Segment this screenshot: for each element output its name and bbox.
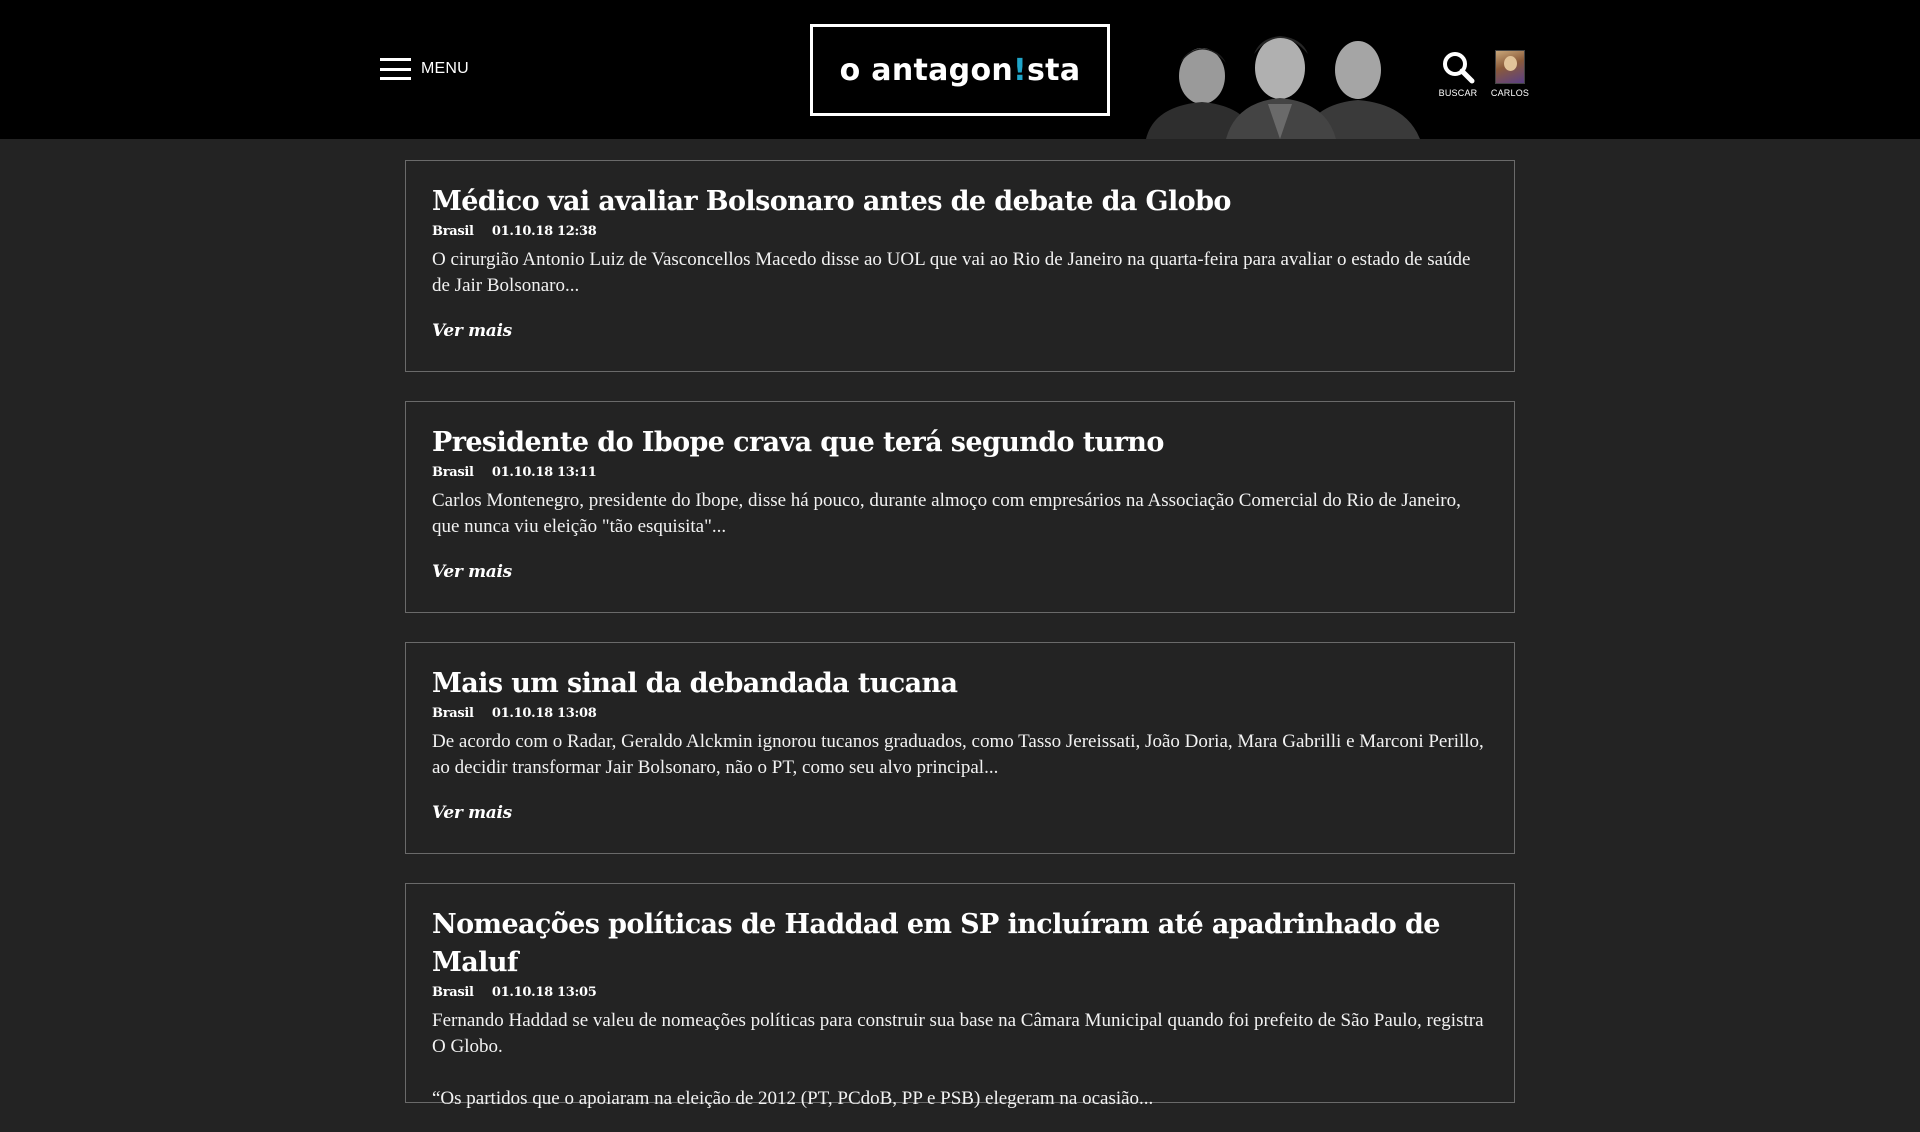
avatar <box>1495 50 1525 84</box>
hamburger-icon <box>380 58 411 80</box>
article-title[interactable]: Presidente do Ibope crava que terá segun… <box>432 424 1489 462</box>
article-title[interactable]: Nomeações políticas de Haddad em SP incl… <box>432 906 1489 982</box>
article-card: Mais um sinal da debandada tucana Brasil… <box>405 642 1515 854</box>
article-card: Médico vai avaliar Bolsonaro antes de de… <box>405 160 1515 372</box>
article-meta: Brasil 01.10.18 13:11 <box>432 464 1489 482</box>
news-feed: Médico vai avaliar Bolsonaro antes de de… <box>405 160 1515 1132</box>
article-card: Nomeações políticas de Haddad em SP incl… <box>405 883 1515 1109</box>
article-excerpt: Carlos Montenegro, presidente do Ibope, … <box>432 490 1461 537</box>
search-icon <box>1443 52 1475 84</box>
article-category[interactable]: Brasil <box>432 706 474 721</box>
article-excerpt-quote: “Os partidos que o apoiaram na eleição d… <box>432 1088 1154 1109</box>
article-category[interactable]: Brasil <box>432 465 474 480</box>
article-datetime: 01.10.18 13:11 <box>491 465 597 480</box>
read-more-link[interactable]: Ver mais <box>432 562 512 582</box>
article-meta: Brasil 01.10.18 13:05 <box>432 984 1489 1002</box>
menu-button[interactable]: MENU <box>380 56 469 82</box>
article-excerpt: De acordo com o Radar, Geraldo Alckmin i… <box>432 731 1484 778</box>
search-button[interactable]: BUSCAR <box>1433 50 1483 98</box>
user-name-label: CARLOS <box>1490 88 1530 98</box>
article-category[interactable]: Brasil <box>432 224 474 239</box>
menu-label: MENU <box>421 60 469 77</box>
article-excerpt: Fernando Haddad se valeu de nomeações po… <box>432 1010 1484 1057</box>
hosts-photo <box>1140 18 1436 139</box>
user-account-button[interactable]: CARLOS <box>1485 50 1535 98</box>
article-datetime: 01.10.18 13:05 <box>491 985 597 1000</box>
article-title[interactable]: Mais um sinal da debandada tucana <box>432 665 1489 703</box>
site-logo[interactable]: o antagon!sta <box>810 24 1110 116</box>
article-meta: Brasil 01.10.18 13:08 <box>432 705 1489 723</box>
article-category[interactable]: Brasil <box>432 985 474 1000</box>
article-card: Presidente do Ibope crava que terá segun… <box>405 401 1515 613</box>
search-label: BUSCAR <box>1438 88 1478 98</box>
read-more-link[interactable]: Ver mais <box>432 321 512 341</box>
article-excerpt: O cirurgião Antonio Luiz de Vasconcellos… <box>432 249 1471 296</box>
site-header: MENU o antagon!sta BUSCAR CARLOS <box>0 0 1920 139</box>
logo-text: o antagon!sta <box>839 52 1081 88</box>
article-title[interactable]: Médico vai avaliar Bolsonaro antes de de… <box>432 183 1489 221</box>
article-datetime: 01.10.18 13:08 <box>491 706 597 721</box>
read-more-link[interactable]: Ver mais <box>432 803 512 823</box>
article-meta: Brasil 01.10.18 12:38 <box>432 223 1489 241</box>
article-datetime: 01.10.18 12:38 <box>491 224 597 239</box>
